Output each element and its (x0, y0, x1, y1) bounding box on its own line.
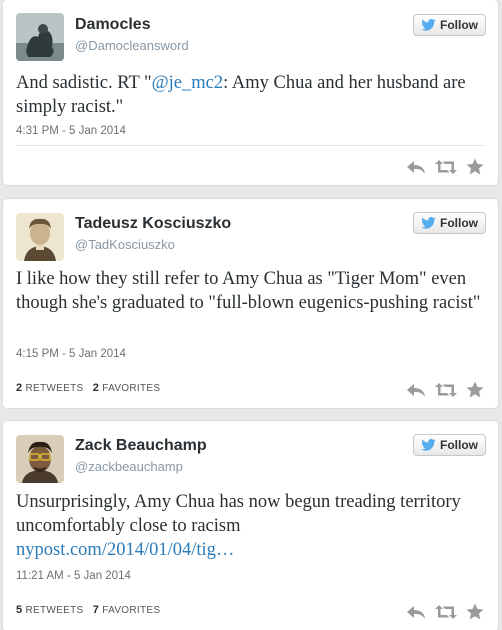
favorites-label[interactable]: FAVORITES (102, 383, 160, 394)
favorites-label[interactable]: FAVORITES (102, 605, 160, 616)
timestamp[interactable]: 4:15 PM - 5 Jan 2014 (16, 348, 126, 360)
follow-label: Follow (440, 438, 478, 452)
tweet-text: Unsurprisingly, Amy Chua has now begun t… (16, 490, 486, 562)
timestamp[interactable]: 4:31 PM - 5 Jan 2014 (16, 125, 126, 137)
favorite-icon[interactable] (466, 158, 484, 175)
tweet-actions (406, 603, 484, 620)
tweet-card: Damocles @Damocleansword Follow And sadi… (2, 0, 499, 186)
retweet-icon[interactable] (435, 382, 457, 398)
reply-icon[interactable] (406, 382, 426, 398)
user-name[interactable]: Zack Beauchamp (75, 437, 207, 455)
follow-label: Follow (440, 216, 478, 230)
user-handle[interactable]: @zackbeauchamp (75, 459, 183, 474)
tweet-card: Tadeusz Kosciuszko @TadKosciuszko Follow… (2, 198, 499, 409)
tweet-link[interactable]: nypost.com/2014/01/04/tig… (16, 540, 234, 560)
user-name[interactable]: Damocles (75, 16, 151, 34)
tweet-text: And sadistic. RT "@je_mc2: Amy Chua and … (16, 71, 486, 119)
follow-label: Follow (440, 18, 478, 32)
favorites-count[interactable]: 7 (93, 604, 99, 616)
tweet-text-part: Unsurprisingly, Amy Chua has now begun t… (16, 492, 461, 536)
retweets-label[interactable]: RETWEETS (26, 605, 84, 616)
avatar[interactable] (16, 13, 64, 61)
retweet-icon[interactable] (435, 604, 457, 620)
retweet-icon[interactable] (435, 159, 457, 175)
user-handle[interactable]: @Damocleansword (75, 38, 189, 53)
divider (16, 145, 485, 146)
reply-icon[interactable] (406, 604, 426, 620)
follow-button[interactable]: Follow (413, 434, 486, 456)
reply-icon[interactable] (406, 159, 426, 175)
timestamp[interactable]: 11:21 AM - 5 Jan 2014 (16, 570, 131, 582)
favorite-icon[interactable] (466, 381, 484, 398)
favorite-icon[interactable] (466, 603, 484, 620)
retweets-label[interactable]: RETWEETS (26, 383, 84, 394)
tweet-actions (406, 158, 484, 175)
tweet-text-part: And sadistic. RT " (16, 73, 152, 93)
user-name[interactable]: Tadeusz Kosciuszko (75, 215, 231, 233)
tweet-card: Zack Beauchamp @zackbeauchamp Follow Uns… (2, 420, 499, 630)
avatar[interactable] (16, 435, 64, 483)
retweets-count[interactable]: 5 (16, 604, 22, 616)
favorites-count[interactable]: 2 (93, 382, 99, 394)
mention-link[interactable]: @je_mc2 (152, 73, 224, 93)
tweet-actions (406, 381, 484, 398)
tweet-stats: 2 RETWEETS 2 FAVORITES (16, 382, 160, 394)
tweet-text: I like how they still refer to Amy Chua … (16, 269, 481, 313)
user-handle[interactable]: @TadKosciuszko (75, 237, 175, 252)
twitter-bird-icon (421, 19, 436, 31)
avatar[interactable] (16, 213, 64, 261)
twitter-bird-icon (421, 439, 436, 451)
retweets-count[interactable]: 2 (16, 382, 22, 394)
tweet-stats: 5 RETWEETS 7 FAVORITES (16, 604, 160, 616)
follow-button[interactable]: Follow (413, 14, 486, 36)
follow-button[interactable]: Follow (413, 212, 486, 234)
twitter-bird-icon (421, 217, 436, 229)
